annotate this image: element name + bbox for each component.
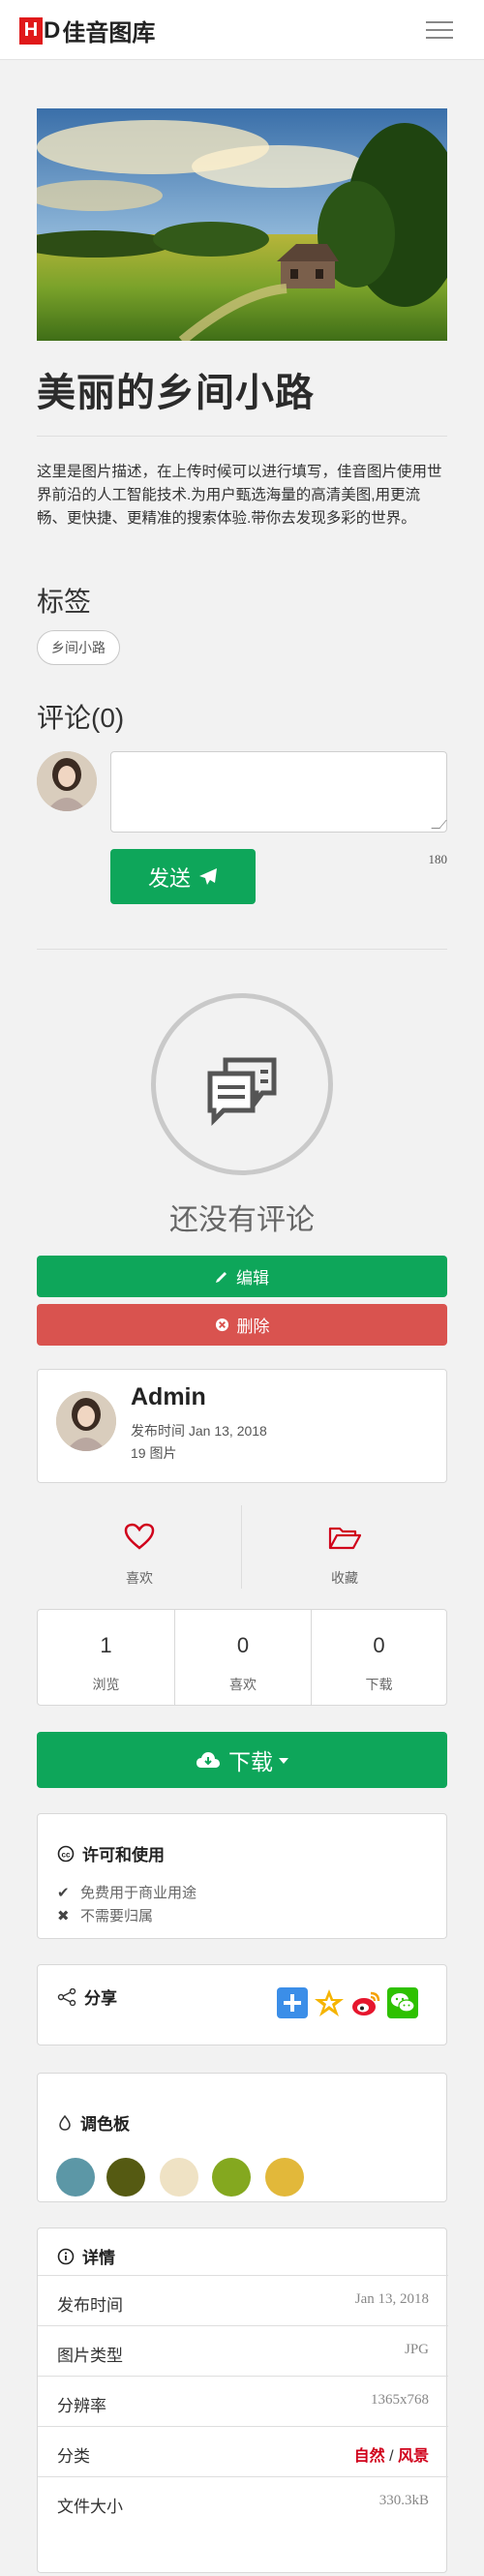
palette-heading: 调色板 [57,2110,130,2135]
details-heading: 详情 [57,2244,115,2268]
palette-swatch[interactable] [265,2158,304,2197]
category-links: 自然 / 风景 [353,2448,429,2465]
stat-likes: 0 喜欢 [174,1610,311,1705]
share-heading: 分享 [57,1985,117,2009]
plus-share-icon[interactable] [277,1987,308,2018]
detail-row-resolution: 分辨率 1365x768 [38,2376,448,2426]
favorite-label: 收藏 [331,1570,358,1586]
weibo-icon[interactable] [350,1987,381,2018]
edit-button-label: 编辑 [236,1269,269,1288]
avatar [37,751,97,811]
favorite-button[interactable]: 收藏 [242,1505,447,1602]
license-item-commercial: ✔ 免费用于商业用途 [57,1884,197,1902]
top-navbar: H D 佳音图库 [0,0,484,60]
stat-views-label: 浏览 [92,1677,120,1692]
close-circle-icon [215,1318,228,1332]
stat-likes-label: 喜欢 [229,1677,257,1692]
x-icon: ✖ [57,1907,70,1924]
license-item-attribution: ✖ 不需要归属 [57,1907,154,1925]
menu-icon[interactable] [426,21,453,39]
divider [37,436,447,437]
tag-pill[interactable]: 乡间小路 [37,630,120,665]
author-avatar[interactable] [56,1391,116,1451]
category-link-landscape[interactable]: 风景 [398,2448,429,2465]
char-count: 180 [428,852,448,866]
detail-row-published: 发布时间 Jan 13, 2018 [38,2275,448,2325]
pencil-icon [216,1271,227,1283]
share-card: 分享 [37,1964,447,2046]
stat-downloads: 0 下载 [311,1610,446,1705]
license-card: cc 许可和使用 ✔ 免费用于商业用途 ✖ 不需要归属 [37,1813,447,1939]
page-title: 美丽的乡间小路 [37,372,315,414]
svg-text:cc: cc [62,1850,71,1859]
stat-views: 1 浏览 [38,1610,174,1705]
detail-row-type: 图片类型 JPG [38,2325,448,2376]
edit-button[interactable]: 编辑 [37,1256,447,1297]
download-dropdown-button[interactable]: 下载 [37,1732,447,1788]
reaction-bar: 喜欢 收藏 [37,1505,447,1602]
logo-d-letter: D [44,16,61,44]
author-published: 发布时间 Jan 13, 2018 [131,1423,267,1439]
stat-views-value: 1 [100,1633,112,1657]
info-icon [57,2248,75,2264]
comments-icon [207,1057,277,1127]
cloud-download-icon [197,1752,220,1768]
folder-open-icon [328,1527,361,1550]
stat-downloads-value: 0 [373,1633,385,1657]
heart-icon [124,1523,155,1550]
resize-handle-icon[interactable] [431,820,447,829]
download-button-label: 下载 [228,1749,273,1774]
no-comments-illustration [151,993,333,1175]
stat-likes-value: 0 [236,1633,250,1657]
author-card: Admin 发布时间 Jan 13, 2018 19 图片 [37,1369,447,1483]
wechat-icon[interactable] [387,1987,418,2018]
detail-row-filesize: 文件大小 330.3kB [38,2476,448,2527]
detail-row-category: 分类 自然 / 风景 [38,2426,448,2476]
check-icon: ✔ [57,1884,70,1901]
delete-button-label: 删除 [236,1318,270,1336]
palette-card: 调色板 [37,2073,447,2202]
creative-commons-icon: cc [57,1845,75,1862]
palette-swatch[interactable] [56,2158,95,2197]
no-comments-text: 还没有评论 [169,1204,315,1236]
author-photo-count: 19 图片 [131,1445,177,1461]
divider [37,949,447,950]
category-link-nature[interactable]: 自然 [354,2448,385,2465]
comment-textarea[interactable] [110,751,447,833]
qzone-icon[interactable] [314,1987,345,2018]
like-label: 喜欢 [126,1570,153,1586]
comments-heading: 评论(0) [37,703,125,733]
author-name[interactable]: Admin [131,1383,206,1411]
logo-site-name: 佳音图库 [62,20,156,46]
send-button[interactable]: 发送 [110,849,256,904]
caret-down-icon [279,1758,288,1764]
license-heading: cc 许可和使用 [57,1841,165,1865]
logo-hd-badge: H [19,16,43,45]
like-button[interactable]: 喜欢 [37,1505,242,1602]
paper-plane-icon [199,867,217,885]
photo-description: 这里是图片描述，在上传时候可以进行填写，佳音图片使用世界前沿的人工智能技术.为用… [37,464,442,527]
stat-downloads-label: 下载 [365,1677,393,1692]
share-icon [57,1987,76,2006]
palette-swatch[interactable] [212,2158,251,2197]
stats-card: 1 浏览 0 喜欢 0 下载 [37,1609,447,1706]
photo-image [37,108,447,341]
palette-swatch[interactable] [160,2158,198,2197]
delete-button[interactable]: 删除 [37,1304,447,1346]
send-button-label: 发送 [147,865,191,891]
details-card: 详情 发布时间 Jan 13, 2018 图片类型 JPG 分辨率 1365x7… [37,2227,448,2573]
site-logo[interactable]: H D 佳音图库 [19,14,155,47]
paint-bucket-icon [59,2114,71,2131]
palette-swatch[interactable] [106,2158,145,2197]
tags-heading: 标签 [37,587,92,617]
